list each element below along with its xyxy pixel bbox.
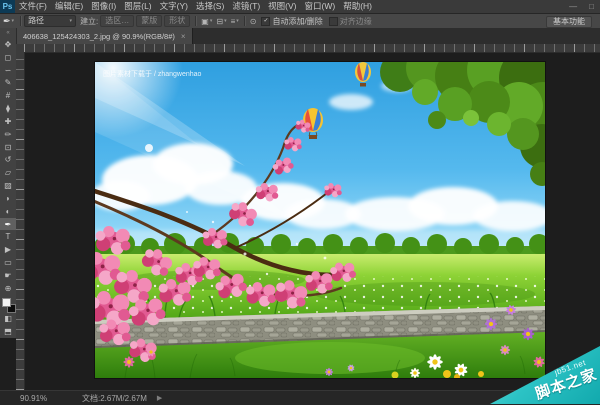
status-options-arrow-icon[interactable]: ▶ (157, 394, 162, 402)
menu-bar: Ps 文件(F) 编辑(E) 图像(I) 图层(L) 文字(Y) 选择(S) 滤… (0, 0, 600, 14)
horizontal-ruler[interactable] (24, 44, 600, 53)
menu-help[interactable]: 帮助(H) (339, 0, 376, 13)
workspace-switcher[interactable]: 基本功能 (546, 16, 592, 28)
document-title: 406638_125424303_2.jpg @ 90.9%(RGB/8#) (23, 32, 175, 41)
tool-quick-selection[interactable]: ✎ (0, 76, 16, 89)
tool-options-bar: ✒ ▾ 路径 ▾ 建立: 选区… 蒙版 形状 ▣ ▾ ⊟ ▾ ≡ ▾ ⊙ ✓ 自… (0, 14, 600, 29)
make-mask-button[interactable]: 蒙版 (136, 15, 162, 27)
tool-path-selection[interactable]: ▶ (0, 243, 16, 256)
photo-watermark: 图片素材下载于 / zhangwenhao (103, 69, 202, 78)
chevron-down-icon: ▾ (210, 18, 213, 24)
menu-window[interactable]: 窗口(W) (301, 0, 340, 13)
tool-history-brush[interactable]: ↺ (0, 153, 16, 166)
menu-layer[interactable]: 图层(L) (120, 0, 155, 13)
path-operations-dropdown[interactable]: ▣ ▾ (199, 17, 214, 26)
quick-mask-button[interactable]: ◧ (0, 312, 16, 325)
tool-zoom[interactable]: ⊕ (0, 282, 16, 295)
document-tab-bar: 406638_125424303_2.jpg @ 90.9%(RGB/8#) × (16, 28, 600, 44)
tools-panel: « ✥ ◻ ∽ ✎ # ⧫ ✚ ✏ ⊡ ↺ ▱ ▨ ◗ ◐ ✒ T ▶ ▭ ☛ … (0, 28, 17, 338)
path-arrangement-icon: ≡ (231, 17, 236, 26)
pen-tool-icon: ✒ (3, 16, 11, 27)
pen-options-gear-icon[interactable]: ⊙ (248, 17, 259, 26)
collapse-panel-icon[interactable]: « (6, 28, 9, 38)
tool-shape[interactable]: ▭ (0, 256, 16, 269)
menu-file[interactable]: 文件(F) (15, 0, 51, 13)
menu-edit[interactable]: 编辑(E) (51, 0, 87, 13)
photoshop-logo: Ps (0, 0, 15, 13)
path-arrangement-dropdown[interactable]: ≡ ▾ (229, 17, 241, 26)
align-edges-checkbox[interactable]: 对齐边缘 (329, 16, 372, 27)
color-swatches[interactable] (0, 297, 16, 313)
screen-mode-button[interactable]: ⬒ (0, 325, 16, 338)
open-document-image[interactable]: 图片素材下载于 / zhangwenhao (95, 62, 545, 378)
menu-type[interactable]: 文字(Y) (156, 0, 192, 13)
restore-button[interactable]: □ (589, 0, 594, 13)
make-selection-button[interactable]: 选区… (100, 15, 134, 27)
tool-crop[interactable]: # (0, 89, 16, 102)
chevron-down-icon: ▾ (236, 18, 239, 24)
tool-pen[interactable]: ✒ (0, 218, 16, 231)
menu-filter[interactable]: 滤镜(T) (228, 0, 264, 13)
path-alignment-dropdown[interactable]: ⊟ ▾ (214, 17, 228, 26)
chevron-down-icon: ▾ (70, 16, 73, 26)
tool-mode-value: 路径 (28, 16, 44, 26)
tool-lasso[interactable]: ∽ (0, 64, 16, 77)
checkbox-unchecked-icon (329, 17, 338, 26)
close-icon[interactable]: × (181, 32, 186, 41)
tool-healing-brush[interactable]: ✚ (0, 115, 16, 128)
tool-eraser[interactable]: ▱ (0, 166, 16, 179)
menu-view[interactable]: 视图(V) (264, 0, 300, 13)
auto-add-delete-label: 自动添加/删除 (272, 16, 322, 27)
tool-clone-stamp[interactable]: ⊡ (0, 141, 16, 154)
minimize-button[interactable]: — (569, 0, 577, 13)
chevron-down-icon: ▾ (224, 18, 227, 24)
divider (195, 16, 196, 26)
document-tab[interactable]: 406638_125424303_2.jpg @ 90.9%(RGB/8#) × (17, 28, 193, 44)
tool-blur[interactable]: ◗ (0, 192, 16, 205)
tool-mode-dropdown[interactable]: 路径 ▾ (24, 15, 76, 27)
tool-dodge[interactable]: ◐ (0, 205, 16, 218)
auto-add-delete-checkbox[interactable]: ✓ 自动添加/删除 (261, 16, 322, 27)
foreground-color-swatch[interactable] (2, 298, 11, 307)
document-sizes: 文档:2.67M/2.67M (82, 393, 147, 404)
make-shape-button[interactable]: 形状 (164, 15, 190, 27)
zoom-level-field[interactable]: 90.91% (20, 394, 54, 403)
tool-hand[interactable]: ☛ (0, 269, 16, 282)
path-operations-icon: ▣ (201, 17, 209, 26)
vertical-ruler[interactable] (16, 52, 25, 390)
tool-move[interactable]: ✥ (0, 38, 16, 51)
path-alignment-icon: ⊟ (216, 17, 223, 26)
tool-eyedropper[interactable]: ⧫ (0, 102, 16, 115)
tool-brush[interactable]: ✏ (0, 128, 16, 141)
align-edges-label: 对齐边缘 (340, 16, 372, 27)
menu-image[interactable]: 图像(I) (87, 0, 120, 13)
tool-gradient[interactable]: ▨ (0, 179, 16, 192)
tool-type[interactable]: T (0, 230, 16, 243)
divider (244, 16, 245, 26)
tool-marquee[interactable]: ◻ (0, 51, 16, 64)
menu-select[interactable]: 选择(S) (192, 0, 228, 13)
divider (20, 16, 21, 26)
checkbox-checked-icon: ✓ (261, 17, 270, 26)
chevron-down-icon: ▾ (12, 18, 15, 24)
tool-preset-picker[interactable]: ✒ ▾ (0, 16, 17, 27)
make-label: 建立: (80, 16, 98, 27)
